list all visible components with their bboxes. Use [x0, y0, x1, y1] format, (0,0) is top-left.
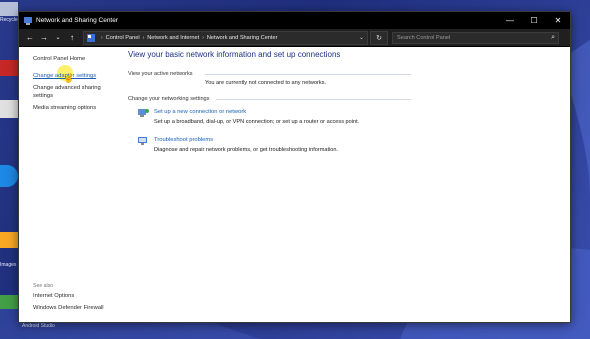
- folder-icon[interactable]: [0, 232, 18, 248]
- change-settings-label: Change your networking settings: [128, 96, 210, 102]
- not-connected-text: You are currently not connected to any n…: [205, 80, 327, 86]
- network-sharing-center-window: Network and Sharing Center — ☐ ✕ ← → ⌄ ↑…: [18, 11, 571, 323]
- network-setup-icon: [138, 109, 149, 117]
- search-icon[interactable]: ⌕: [551, 34, 555, 42]
- window-title: Network and Sharing Center: [36, 17, 119, 24]
- up-button[interactable]: ↑: [65, 29, 79, 46]
- desktop-label: Images: [0, 262, 17, 268]
- troubleshoot-icon: [138, 137, 147, 145]
- divider: [205, 74, 411, 75]
- android-studio-icon[interactable]: [0, 295, 18, 309]
- sidebar-item-advanced-sharing[interactable]: Change advanced sharing settings: [33, 85, 113, 100]
- pointer-cursor-icon: ☝: [63, 73, 75, 83]
- minimize-button[interactable]: —: [498, 12, 522, 29]
- troubleshoot-desc: Diagnose and repair network problems, or…: [154, 147, 339, 153]
- desktop-label: Recycle: [0, 17, 18, 23]
- back-button[interactable]: ←: [23, 29, 37, 46]
- address-bar[interactable]: › Control Panel › Network and Internet ›…: [83, 30, 368, 45]
- left-pane: Control Panel Home Change adapter settin…: [19, 47, 119, 322]
- troubleshoot-link[interactable]: Troubleshoot problems: [154, 137, 213, 143]
- steam-icon[interactable]: [0, 60, 18, 76]
- see-also-internet-options[interactable]: Internet Options: [33, 293, 74, 301]
- chevron-down-icon[interactable]: ⌄: [359, 34, 364, 41]
- page-title: View your basic network information and …: [128, 50, 341, 59]
- content-area: Control Panel Home Change adapter settin…: [19, 47, 570, 322]
- setup-connection-link[interactable]: Set up a new connection or network: [154, 109, 246, 115]
- recycle-bin-icon[interactable]: [0, 2, 18, 16]
- desktop-label: Android Studio: [22, 323, 55, 329]
- forward-button[interactable]: →: [37, 29, 51, 46]
- refresh-button[interactable]: ↻: [370, 30, 388, 45]
- recent-locations-dropdown[interactable]: ⌄: [51, 29, 65, 46]
- control-panel-icon: [87, 33, 95, 42]
- address-toolbar: ← → ⌄ ↑ › Control Panel › Network and In…: [19, 29, 570, 47]
- title-bar: Network and Sharing Center — ☐ ✕: [19, 12, 570, 29]
- see-also-firewall[interactable]: Windows Defender Firewall: [33, 305, 104, 313]
- close-button[interactable]: ✕: [546, 12, 570, 29]
- active-networks-label: View your active networks: [128, 71, 193, 77]
- chevron-right-icon: ›: [101, 34, 103, 41]
- sidebar-item-control-panel-home[interactable]: Control Panel Home: [33, 56, 85, 64]
- breadcrumb-network-internet[interactable]: Network and Internet: [147, 35, 199, 41]
- network-app-icon: [24, 16, 32, 25]
- breadcrumb-control-panel[interactable]: Control Panel: [106, 35, 140, 41]
- see-also-heading: See also: [33, 283, 54, 289]
- chevron-right-icon: ›: [142, 34, 145, 41]
- maximize-button[interactable]: ☐: [522, 12, 546, 29]
- divider: [216, 99, 411, 100]
- search-placeholder: Search Control Panel: [397, 34, 451, 41]
- app-icon[interactable]: [0, 100, 18, 118]
- sidebar-item-media-streaming[interactable]: Media streaming options: [33, 105, 96, 113]
- setup-connection-desc: Set up a broadband, dial-up, or VPN conn…: [154, 119, 360, 125]
- search-input[interactable]: Search Control Panel ⌕: [392, 31, 559, 44]
- chevron-right-icon: ›: [202, 34, 204, 41]
- breadcrumb-network-sharing[interactable]: Network and Sharing Center: [207, 35, 278, 41]
